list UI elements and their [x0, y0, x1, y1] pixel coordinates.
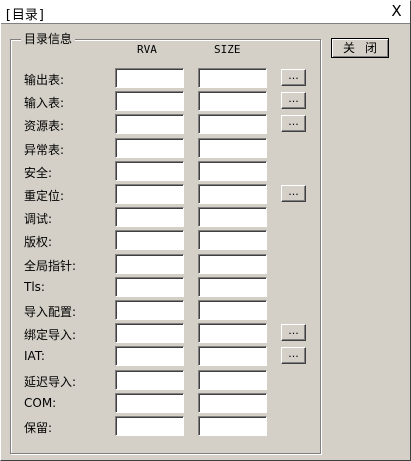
directory-row-label: 延迟导入: [24, 375, 77, 389]
directory-row-label: COM: [24, 396, 57, 410]
rva-field[interactable] [115, 230, 184, 250]
directory-row-label: 输出表: [24, 73, 65, 87]
rva-field[interactable] [115, 114, 184, 134]
directory-row-label: 重定位: [24, 189, 65, 203]
size-field[interactable] [198, 393, 267, 413]
detail-button[interactable]: ... [281, 115, 306, 132]
rva-field[interactable] [115, 370, 184, 390]
size-field[interactable] [198, 277, 267, 297]
rva-field[interactable] [115, 416, 184, 436]
detail-button[interactable]: ... [281, 347, 306, 364]
directory-row-label: 全局指针: [24, 259, 77, 273]
rva-column-header: RVA [137, 43, 157, 56]
rva-field[interactable] [115, 300, 184, 320]
groupbox-label: 目录信息 [21, 30, 76, 47]
close-button[interactable]: 关闭 [331, 38, 389, 58]
rva-field[interactable] [115, 161, 184, 181]
detail-button[interactable]: ... [281, 69, 306, 86]
size-field[interactable] [198, 68, 267, 88]
detail-button[interactable]: ... [281, 92, 306, 109]
size-field[interactable] [198, 138, 267, 158]
directory-row-label: 绑定导入: [24, 328, 77, 342]
directory-row-label: 输入表: [24, 96, 65, 110]
detail-button[interactable]: ... [281, 324, 306, 341]
directory-row-label: 异常表: [24, 143, 65, 157]
rva-field[interactable] [115, 393, 184, 413]
size-field[interactable] [198, 230, 267, 250]
rva-field[interactable] [115, 91, 184, 111]
directory-row-label: 保留: [24, 421, 53, 435]
directory-row-label: 安全: [24, 166, 53, 180]
rva-field[interactable] [115, 323, 184, 343]
size-field[interactable] [198, 184, 267, 204]
rva-field[interactable] [115, 68, 184, 88]
rva-field[interactable] [115, 254, 184, 274]
directory-row-label: 版权: [24, 235, 53, 249]
directory-row-label: IAT: [24, 349, 45, 363]
size-column-header: SIZE [214, 43, 241, 56]
size-field[interactable] [198, 323, 267, 343]
window-title: [目录] [4, 8, 46, 23]
directory-row-label: Tls: [24, 280, 45, 294]
detail-button[interactable]: ... [281, 185, 306, 202]
close-icon[interactable]: X [389, 4, 404, 19]
size-field[interactable] [198, 346, 267, 366]
rva-field[interactable] [115, 138, 184, 158]
rva-field[interactable] [115, 346, 184, 366]
directory-dialog: [目录] X 目录信息 RVA SIZE 关闭 输出表:... 输入表:... 资源… [0, 0, 411, 461]
size-field[interactable] [198, 91, 267, 111]
directory-row-label: 调试: [24, 212, 53, 226]
rva-field[interactable] [115, 277, 184, 297]
rva-field[interactable] [115, 207, 184, 227]
title-bar[interactable]: [目录] X [1, 1, 410, 24]
size-field[interactable] [198, 416, 267, 436]
size-field[interactable] [198, 207, 267, 227]
size-field[interactable] [198, 114, 267, 134]
rva-field[interactable] [115, 184, 184, 204]
size-field[interactable] [198, 161, 267, 181]
size-field[interactable] [198, 254, 267, 274]
directory-row-label: 资源表: [24, 119, 65, 133]
size-field[interactable] [198, 300, 267, 320]
directory-row-label: 导入配置: [24, 305, 77, 319]
size-field[interactable] [198, 370, 267, 390]
